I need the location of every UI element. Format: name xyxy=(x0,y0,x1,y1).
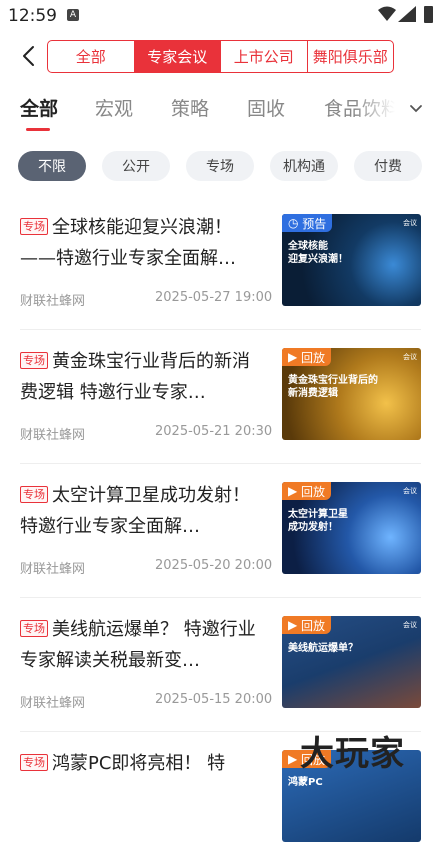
filter-public[interactable]: 公开 xyxy=(102,151,170,181)
item-thumbnail: ▶ 回放 会议 黄金珠宝行业背后的 新消费逻辑 xyxy=(282,348,421,440)
item-date: 2025-05-27 19:00 xyxy=(155,290,273,305)
active-tab-underline xyxy=(26,128,50,131)
special-tag: 专场 xyxy=(20,218,48,235)
filter-institution[interactable]: 机构通 xyxy=(270,151,338,181)
item-source: 财联社蜂网 xyxy=(20,696,86,711)
battery-icon xyxy=(424,6,433,23)
item-thumbnail: ▶ 回放 会议 美线航运爆单？ xyxy=(282,616,421,708)
status-time: 12:59 xyxy=(8,6,57,26)
play-icon: ▶ xyxy=(288,618,302,632)
wifi-icon xyxy=(378,6,396,21)
status-bar: 12:59 A xyxy=(0,0,441,32)
notification-a-icon: A xyxy=(67,9,79,21)
chevron-down-icon[interactable] xyxy=(408,100,424,116)
special-tag: 专场 xyxy=(20,352,48,369)
item-date: 2025-05-15 20:00 xyxy=(155,692,273,707)
item-date: 2025-05-20 20:00 xyxy=(155,558,273,573)
item-source: 财联社蜂网 xyxy=(20,294,86,309)
item-source: 财联社蜂网 xyxy=(20,428,86,443)
item-thumbnail: ◷ 预告 会议 全球核能 迎复兴浪潮！ xyxy=(282,214,421,306)
replay-badge: ▶ 回放 xyxy=(282,348,332,366)
replay-badge: ▶ 回放 xyxy=(282,616,332,634)
filter-paid[interactable]: 付费 xyxy=(354,151,422,181)
category-tabs: 全部 宏观 策略 固收 食品饮料 xyxy=(0,94,441,134)
item-title: 专场 鸿蒙PC即将亮相！ 特 xyxy=(20,748,265,779)
special-tag: 专场 xyxy=(20,754,48,771)
preview-badge: ◷ 预告 xyxy=(282,214,333,232)
play-icon: ▶ xyxy=(288,350,302,364)
play-icon: ▶ xyxy=(288,484,302,498)
watermark-logo: 大玩家 xyxy=(300,734,405,774)
segmented-control: 全部 专家会议 上市公司 舞阳俱乐部 xyxy=(47,40,394,73)
item-title: 专场 美线航运爆单？ 特邀行业专家解读关税最新变… xyxy=(20,619,256,671)
tab-macro[interactable]: 宏观 xyxy=(95,94,133,121)
item-date: 2025-05-21 20:30 xyxy=(155,424,273,439)
clock-icon: ◷ xyxy=(288,216,303,230)
item-title: 专场 黄金珠宝行业背后的新消费逻辑 特邀行业专家… xyxy=(20,351,250,403)
list-item[interactable]: 专场 美线航运爆单？ 特邀行业专家解读关税最新变… 财联社蜂网 2025-05-1… xyxy=(0,598,441,732)
tab-all[interactable]: 全部 xyxy=(20,94,58,121)
item-title: 专场 太空计算卫星成功发射！ 特邀行业专家全面解… xyxy=(20,485,250,537)
special-tag: 专场 xyxy=(20,620,48,637)
list-item[interactable]: 专场 全球核能迎复兴浪潮！——特邀行业专家全面解… 财联社蜂网 2025-05-2… xyxy=(0,196,441,330)
tab-fixed-income[interactable]: 固收 xyxy=(247,94,285,121)
segment-expert-meeting[interactable]: 专家会议 xyxy=(134,41,221,72)
segment-all[interactable]: 全部 xyxy=(48,41,135,72)
item-thumbnail: ▶ 回放 会议 太空计算卫星 成功发射！ xyxy=(282,482,421,574)
top-nav: 全部 专家会议 上市公司 舞阳俱乐部 xyxy=(0,40,441,74)
tab-strategy[interactable]: 策略 xyxy=(171,94,209,121)
list-item[interactable]: 专场 黄金珠宝行业背后的新消费逻辑 特邀行业专家… 财联社蜂网 2025-05-2… xyxy=(0,330,441,464)
item-title: 专场 全球核能迎复兴浪潮！——特邀行业专家全面解… xyxy=(20,217,236,269)
back-arrow-icon[interactable] xyxy=(18,44,42,68)
segment-listed-company[interactable]: 上市公司 xyxy=(221,41,308,72)
list-item[interactable]: 专场 太空计算卫星成功发射！ 特邀行业专家全面解… 财联社蜂网 2025-05-2… xyxy=(0,464,441,598)
segment-wuyang-club[interactable]: 舞阳俱乐部 xyxy=(308,41,394,72)
filter-unlimited[interactable]: 不限 xyxy=(18,151,86,181)
special-tag: 专场 xyxy=(20,486,48,503)
signal-icon xyxy=(398,6,416,22)
item-source: 财联社蜂网 xyxy=(20,562,86,577)
replay-badge: ▶ 回放 xyxy=(282,482,332,500)
filter-chips: 不限 公开 专场 机构通 付费 xyxy=(0,151,441,181)
filter-special[interactable]: 专场 xyxy=(186,151,254,181)
